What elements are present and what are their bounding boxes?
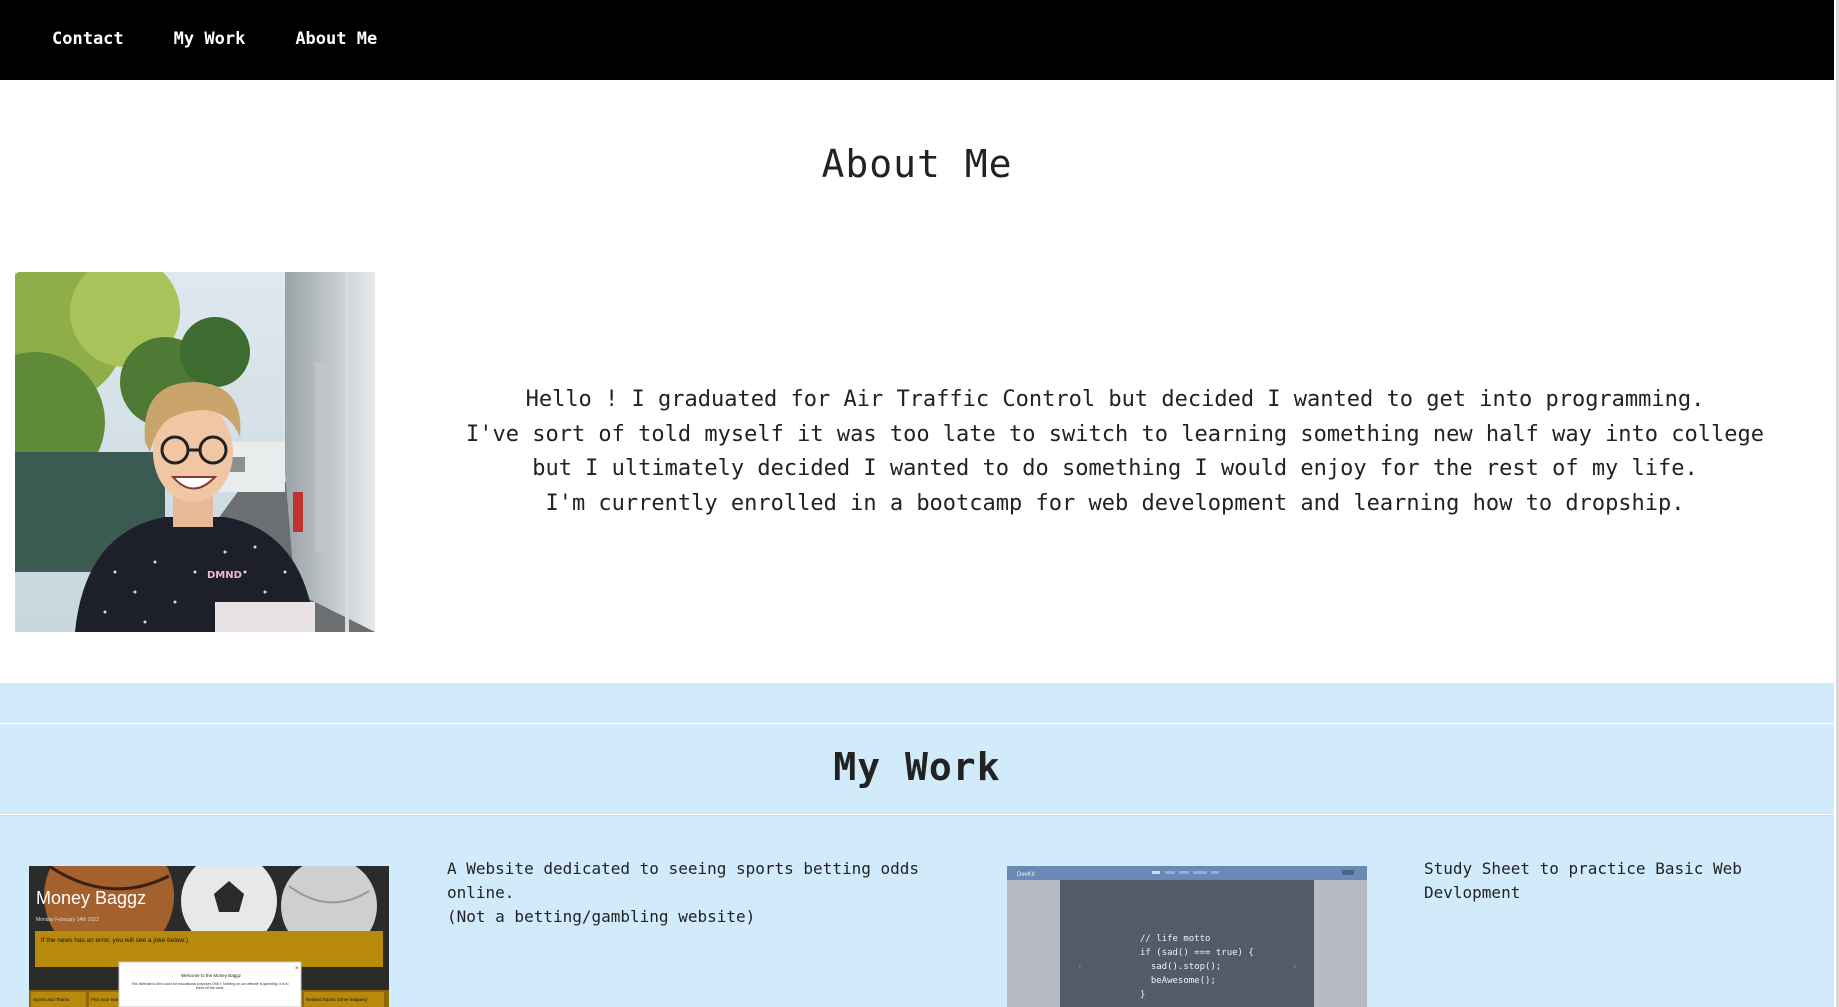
project-thumbnail-study-sheet[interactable]: DevKit ‹ › // life motto if (sad() === t… [1007, 866, 1367, 1007]
thumb-code-line: // life motto [1140, 934, 1210, 944]
thumb-banner: If the news has an error, you will see a… [41, 937, 188, 944]
thumb-brand: DevKit [1017, 872, 1035, 878]
nav-link-about-me[interactable]: About Me [295, 29, 377, 49]
bio-paragraph: Hello ! I graduated for Air Traffic Cont… [525, 387, 1705, 412]
project-thumbnail-money-baggz[interactable]: Money Baggz Monday February 14th 2023 If… [29, 866, 389, 1007]
thumb-code-line: if (sad() === true) { [1140, 948, 1254, 958]
thumb-tab-pick: Pick your team [91, 997, 121, 1002]
thumb-tab-related: Related Sports (other leagues) [306, 997, 368, 1002]
work-title: My Work [833, 745, 1001, 789]
project-description-line: Study Sheet to practice Basic Web Devlop… [1424, 859, 1742, 902]
about-title: About Me [821, 142, 1013, 186]
thumb-code-line: beAwesome(); [1140, 976, 1216, 986]
thumb-modal-body: This Website is all to used for educatio… [131, 982, 289, 990]
svg-text:›: › [1292, 962, 1297, 972]
project-description-study-sheet: Study Sheet to practice Basic Web Devlop… [1424, 857, 1834, 905]
svg-text:×: × [295, 966, 299, 972]
profile-photo: DMND [15, 272, 375, 632]
project-description-money-baggz: A Website dedicated to seeing sports bet… [447, 857, 967, 929]
project-description-line: (Not a betting/gambling website) [447, 907, 756, 926]
thumb-code-line: } [1140, 990, 1145, 1000]
shirt-logo-text: DMND [207, 570, 242, 581]
top-nav: Contact My Work About Me [0, 0, 1834, 80]
nav-link-contact[interactable]: Contact [52, 29, 124, 49]
thumb-modal-title: Welcome to the Money Baggz [181, 973, 242, 978]
thumb-site-title: Money Baggz [36, 888, 146, 908]
thumb-date: Monday February 14th 2023 [36, 917, 99, 923]
svg-text:‹: ‹ [1077, 962, 1082, 972]
project-description-line: A Website dedicated to seeing sports bet… [447, 859, 920, 902]
bio-paragraph: I'm currently enrolled in a bootcamp for… [545, 490, 1685, 516]
bio-paragraph: I've sort of told myself it was too late… [465, 421, 1765, 482]
nav-link-my-work[interactable]: My Work [174, 29, 246, 49]
thumb-code-line: sad().stop(); [1140, 962, 1221, 972]
about-bio: Hello ! I graduated for Air Traffic Cont… [440, 383, 1790, 521]
thumb-tab-sports: Sports and Teams [33, 997, 70, 1002]
